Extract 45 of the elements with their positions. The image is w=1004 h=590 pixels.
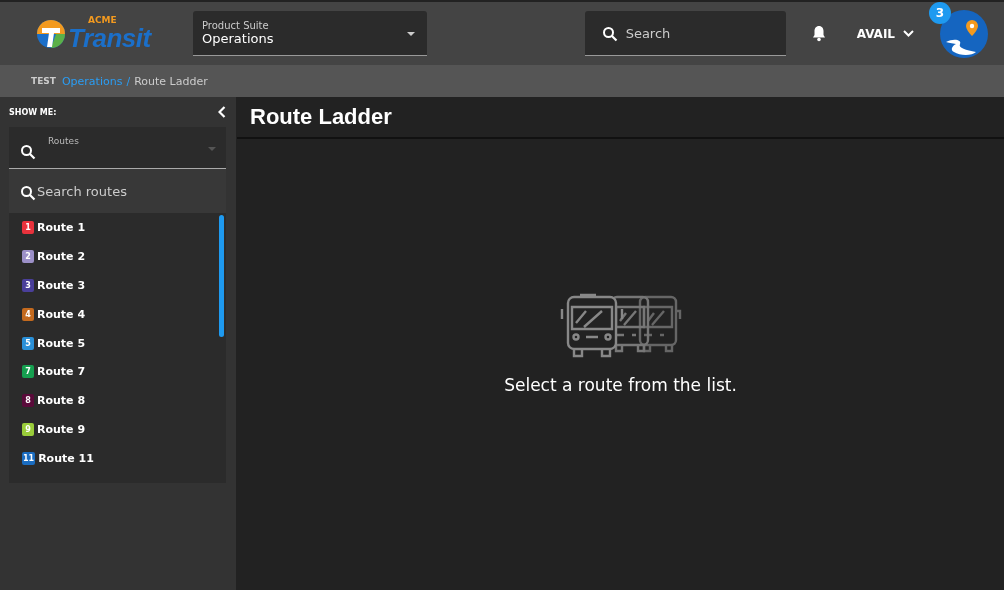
logo-icon <box>36 18 66 49</box>
product-suite-dropdown[interactable]: Product Suite Operations <box>193 11 427 56</box>
search-icon <box>20 185 36 201</box>
page-title: Route Ladder <box>250 104 392 130</box>
field-label: Product Suite <box>202 20 269 31</box>
route-item[interactable]: 7 Route 7 <box>9 357 226 387</box>
route-badge: 5 <box>22 336 34 350</box>
route-badge: 4 <box>22 307 34 321</box>
route-item[interactable]: 11 Route 11 <box>9 444 226 473</box>
search-icon <box>20 144 36 160</box>
caret-icon <box>208 147 216 151</box>
route-item[interactable]: 8 Route 8 <box>9 386 226 416</box>
route-item[interactable]: 2 Route 2 <box>9 241 226 271</box>
route-item[interactable]: 5 Route 5 <box>9 328 226 358</box>
breadcrumb-separator: / <box>126 74 131 88</box>
route-search-field[interactable]: Search routes <box>9 169 226 213</box>
sidebar-heading: SHOW ME: <box>9 107 57 117</box>
field-label: Routes <box>48 136 79 146</box>
chevron-down-icon <box>903 30 914 37</box>
breadcrumb-current: Route Ladder <box>134 74 208 88</box>
route-item[interactable]: 1 Route 1 <box>9 213 226 242</box>
route-badge: 1 <box>22 220 34 234</box>
route-badge: 9 <box>22 423 34 437</box>
environment-label: TEST <box>31 76 56 86</box>
route-badge: 2 <box>22 249 34 263</box>
route-badge: 3 <box>22 278 34 292</box>
bell-icon[interactable] <box>810 25 827 42</box>
collapse-icon[interactable] <box>218 106 226 118</box>
route-item[interactable]: 3 Route 3 <box>9 270 226 300</box>
user-menu-button[interactable]: AVAIL <box>852 22 918 45</box>
empty-state-message: Select a route from the list. <box>504 375 737 395</box>
route-badge: 7 <box>22 365 34 379</box>
caret-icon <box>407 32 415 36</box>
logo-text: Transit <box>68 25 151 51</box>
search-icon <box>601 26 618 42</box>
logo-text: ACME <box>88 16 118 25</box>
search-field[interactable]: Search <box>584 11 786 56</box>
route-selector[interactable]: Routes <box>9 127 226 169</box>
route-item[interactable]: 9 Route 9 <box>9 415 226 445</box>
notification-badge: 3 <box>929 1 951 24</box>
route-item[interactable]: 4 Route 4 <box>9 299 226 329</box>
field-value: Operations <box>202 31 274 46</box>
scrollbar[interactable] <box>219 215 224 337</box>
route-badge: 8 <box>22 394 34 408</box>
route-badge: 11 <box>22 452 36 466</box>
